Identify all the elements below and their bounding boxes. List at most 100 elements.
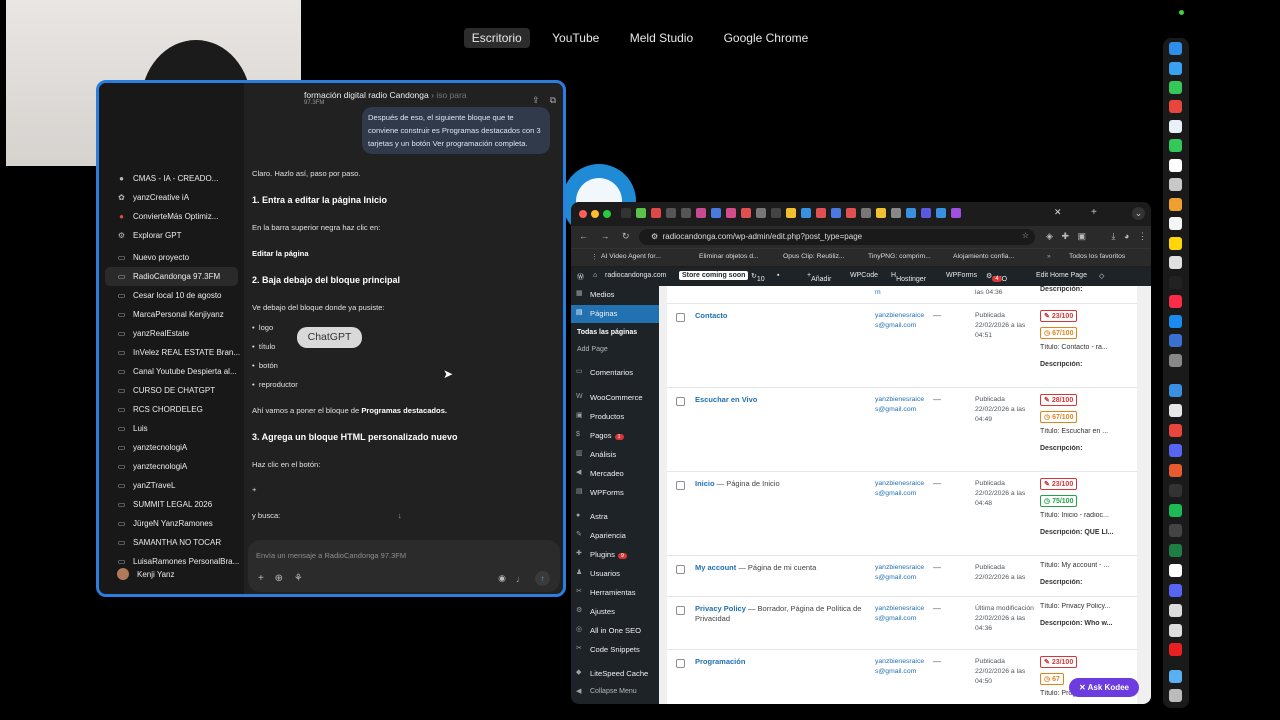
tab-escritorio[interactable]: Escritorio <box>463 28 530 48</box>
menu-apariencia[interactable]: ✎ Apariencia <box>571 527 659 545</box>
back-icon[interactable]: ← <box>579 231 588 241</box>
app-icon[interactable] <box>1169 384 1182 397</box>
freeform-icon[interactable] <box>1169 256 1182 269</box>
row-checkbox[interactable] <box>676 313 685 322</box>
submenu-todas-paginas[interactable]: Todas las páginas <box>571 329 659 336</box>
author-link[interactable]: yanzbienesraices@gmail.com <box>875 604 925 624</box>
bookmark-item[interactable]: Eliminar objetos d... <box>699 253 759 260</box>
seo-score-badge[interactable]: ◷ 75/100 <box>1040 495 1078 507</box>
author-link[interactable]: yanzbienesraices@gmail.com <box>875 479 925 499</box>
menu-productos[interactable]: ▣ Productos <box>571 408 659 426</box>
app-icon[interactable] <box>1169 464 1182 477</box>
bookmark-item[interactable]: AI Video Agent for... <box>601 253 661 260</box>
apps-icon[interactable]: ⋮ <box>591 253 598 261</box>
minimize-window-button[interactable] <box>591 210 599 218</box>
close-window-button[interactable] <box>579 210 587 218</box>
puzzle-icon[interactable]: ✚ <box>1061 231 1069 241</box>
sidebar-gpt-yanzcreative[interactable]: ✿ yanzCreative iA <box>99 188 244 207</box>
page-title-link[interactable]: Inicio <box>695 479 715 488</box>
photos-icon[interactable] <box>1169 120 1182 133</box>
project-item[interactable]: ▭ yanZTraveL <box>99 476 244 495</box>
plus-icon[interactable]: + <box>258 573 264 584</box>
menu-paginas[interactable]: ▤ Páginas <box>571 305 659 323</box>
wpforms-link[interactable]: WPForms <box>946 272 977 279</box>
trash-icon[interactable] <box>1169 689 1182 702</box>
app-store-icon[interactable] <box>1169 315 1182 328</box>
new-tab-button[interactable]: + <box>1091 207 1097 218</box>
record-icon[interactable]: ◉ <box>498 573 506 584</box>
submenu-add-page[interactable]: Add Page <box>571 346 659 353</box>
app-icon[interactable] <box>1169 404 1182 417</box>
tv-icon[interactable] <box>1169 276 1182 289</box>
notes-icon[interactable] <box>1169 217 1182 230</box>
edit-home-page-link[interactable]: Edit Home Page <box>1036 272 1087 279</box>
project-item[interactable]: ▭ Cesar local 10 de agosto <box>99 286 244 305</box>
project-item-selected[interactable]: ▭ RadioCandonga 97.3FM <box>105 267 238 286</box>
contacts-icon[interactable] <box>1169 178 1182 191</box>
site-name-link[interactable]: radiocandonga.com <box>605 272 667 279</box>
app-icon[interactable] <box>1169 198 1182 211</box>
message-composer[interactable]: Envía un mensaje a RadioCandonga 97.3FM … <box>248 540 560 592</box>
project-item[interactable]: ▭ yanztecnologiA <box>99 438 244 457</box>
menu-analisis[interactable]: ▥ Análisis <box>571 446 659 464</box>
download-icon[interactable]: ⤓ <box>1112 231 1116 241</box>
seo-score-badge[interactable]: ✎ 23/100 <box>1040 656 1078 668</box>
menu-litespeed[interactable]: ◆ LiteSpeed Cache <box>571 665 659 683</box>
messages-icon[interactable] <box>1169 81 1182 94</box>
seo-link[interactable]: ⚙ SEO 4 <box>986 272 1007 283</box>
sidebar-gpt-cmas[interactable]: ● CMAS - IA - CREADO... <box>99 169 244 188</box>
project-item[interactable]: ▭ JürgeN YanzRamones <box>99 514 244 533</box>
project-item[interactable]: ▭ SUMMIT LEGAL 2026 <box>99 495 244 514</box>
project-item[interactable]: ▭ MarcaPersonal Kenjiyanz <box>99 305 244 324</box>
row-checkbox[interactable] <box>676 565 685 574</box>
project-item[interactable]: ▭ InVelez REAL ESTATE Bran... <box>99 343 244 362</box>
row-checkbox[interactable] <box>676 481 685 490</box>
author-link[interactable]: yanzbienesraices@gmail.com <box>875 395 925 415</box>
microphone-icon[interactable]: ♩ <box>516 574 525 584</box>
wordpress-logo-icon[interactable]: Ⓦ <box>577 272 584 282</box>
row-checkbox[interactable] <box>676 659 685 668</box>
menu-medios[interactable]: ▦ Medios <box>571 286 659 304</box>
bookmark-item[interactable]: Opus Clip: Reutiliz... <box>783 253 845 260</box>
bookmark-star-icon[interactable]: ☆ <box>1022 231 1029 240</box>
page-title-link[interactable]: My account <box>695 563 736 572</box>
menu-herramientas[interactable]: ✂ Herramientas <box>571 584 659 602</box>
updates-link[interactable]: ↻ 10 <box>751 272 765 283</box>
seo-score-badge[interactable]: ✎ 23/100 <box>1040 478 1078 490</box>
tab-search-icon[interactable]: ⌄ <box>1132 207 1145 220</box>
user-profile[interactable]: Kenji Yanz <box>117 568 175 580</box>
menu-usuarios[interactable]: ♟ Usuarios <box>571 565 659 583</box>
row-checkbox[interactable] <box>676 397 685 406</box>
menu-mercadeo[interactable]: ◀ Mercadeo <box>571 465 659 483</box>
menu-icon[interactable]: ⋮ <box>1138 231 1147 241</box>
scroll-down-icon[interactable]: ↓ <box>398 511 402 520</box>
music-icon[interactable] <box>1169 295 1182 308</box>
tab-google-chrome[interactable]: Google Chrome <box>716 28 817 48</box>
stickies-icon[interactable] <box>1169 237 1182 250</box>
project-item[interactable]: ▭ CURSO DE CHATGPT <box>99 381 244 400</box>
cast-icon[interactable]: ▣ <box>1078 231 1087 241</box>
menu-all-in-one-seo[interactable]: ◎ All in One SEO <box>571 622 659 640</box>
project-item[interactable]: ▭ Nuevo proyecto <box>99 248 244 267</box>
comments-icon[interactable]: ▪ <box>777 272 779 279</box>
add-new-link[interactable]: + Añadir <box>807 272 831 283</box>
app-icon[interactable] <box>1169 624 1182 637</box>
seo-score-badge[interactable]: ◷ 67 <box>1040 673 1064 685</box>
discord-icon[interactable] <box>1169 584 1182 597</box>
menu-pagos[interactable]: $ Pagos 1 <box>571 427 659 445</box>
app-icon[interactable] <box>1169 444 1182 457</box>
project-item[interactable]: ▭ yanzRealEstate <box>99 324 244 343</box>
seo-score-badge[interactable]: ◷ 67/100 <box>1040 327 1078 339</box>
app-icon[interactable] <box>1169 334 1182 347</box>
profile-icon[interactable]: ◕ <box>1124 231 1129 241</box>
row-checkbox[interactable] <box>676 606 685 615</box>
wpcode-link[interactable]: WPCode <box>850 272 878 279</box>
bookmark-item[interactable]: Alojamiento confia... <box>953 253 1014 260</box>
menu-comentarios[interactable]: ▭ Comentarios <box>571 364 659 382</box>
menu-wpforms[interactable]: ▤ WPForms <box>571 484 659 502</box>
menu-woocommerce[interactable]: W WooCommerce <box>571 389 659 407</box>
seo-score-badge[interactable]: ✎ 23/100 <box>1040 310 1078 322</box>
safari-icon[interactable] <box>1169 62 1182 75</box>
all-bookmarks[interactable]: Todos los favoritos <box>1069 253 1125 260</box>
extension-icon[interactable]: ◈ <box>1046 231 1053 241</box>
